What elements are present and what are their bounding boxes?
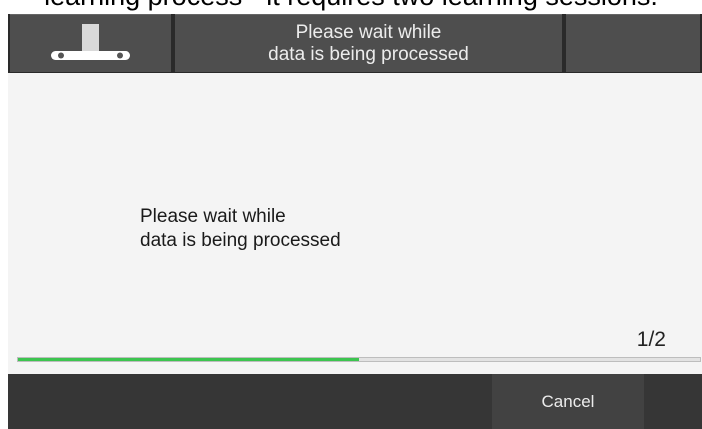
- header-title: Please wait while data is being processe…: [175, 22, 562, 66]
- header: Please wait while data is being processe…: [8, 14, 702, 73]
- footer: Cancel: [8, 374, 702, 429]
- appliance-screen: Please wait while data is being processe…: [8, 14, 702, 429]
- caption-text: learning process - it requires two learn…: [0, 0, 702, 12]
- header-title-line2: data is being processed: [268, 44, 469, 65]
- progress-fill: [18, 358, 359, 361]
- header-side-cell: [566, 14, 700, 72]
- status-message: Please wait while data is being processe…: [140, 205, 341, 253]
- step-counter: 1/2: [636, 328, 666, 351]
- header-title-cell: Please wait while data is being processe…: [175, 14, 562, 72]
- range-hood-icon: [51, 24, 130, 60]
- progress-bar: [17, 357, 701, 362]
- status-message-line2: data is being processed: [140, 230, 341, 251]
- content-area: Please wait while data is being processe…: [8, 73, 702, 363]
- header-icon-cell[interactable]: [10, 14, 171, 72]
- header-title-line1: Please wait while: [295, 22, 442, 43]
- caption-strip: learning process - it requires two learn…: [0, 0, 702, 14]
- status-message-line1: Please wait while: [140, 206, 286, 227]
- cancel-button[interactable]: Cancel: [492, 374, 644, 429]
